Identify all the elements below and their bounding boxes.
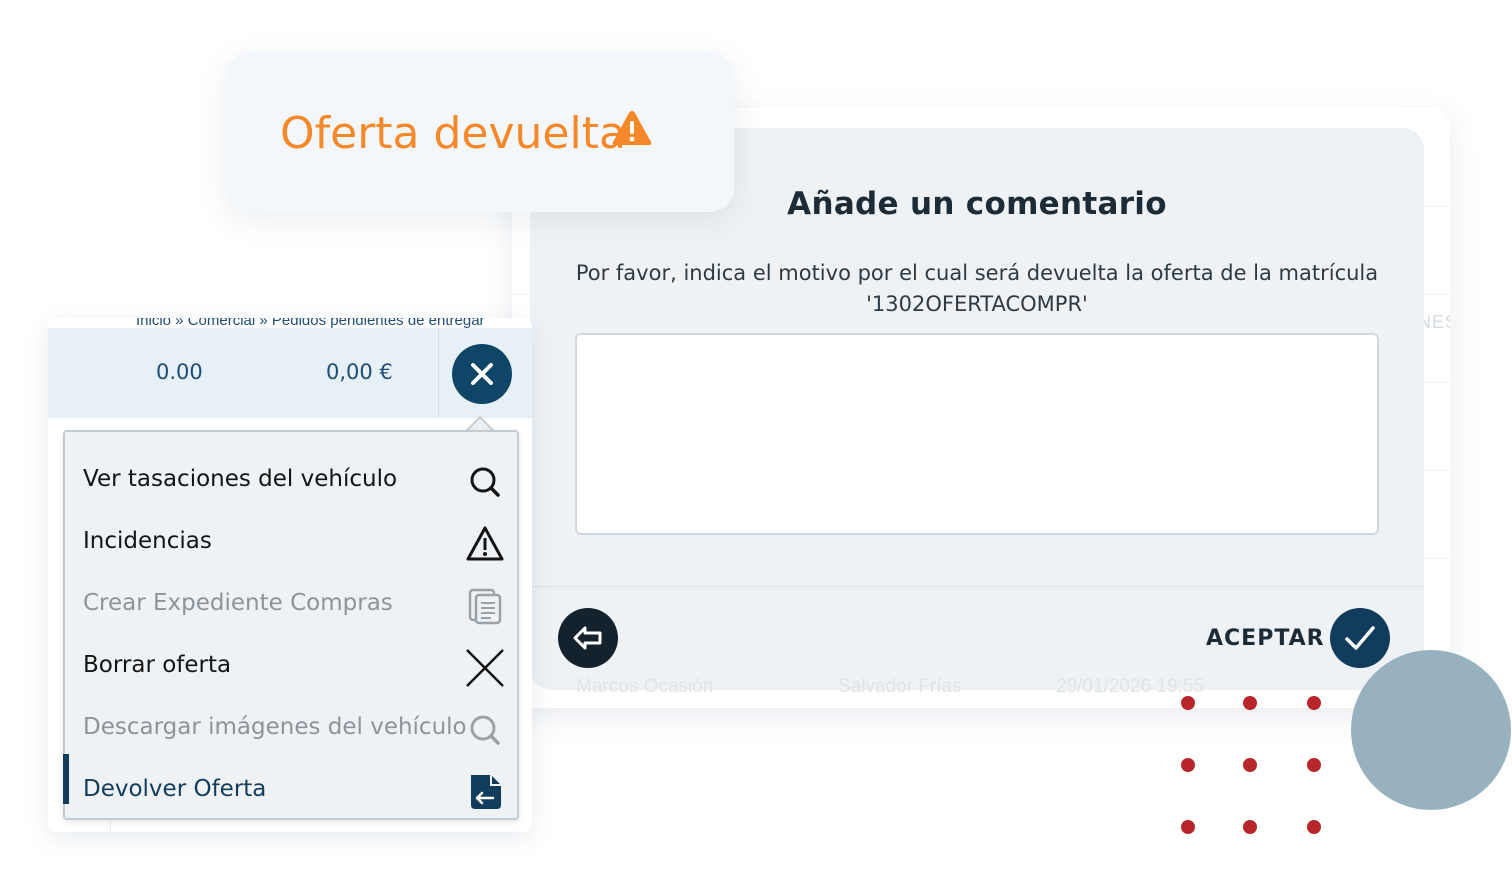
status-label: Oferta devuelta [280,108,626,159]
menu-item-descargar-imagenes[interactable]: Descargar imágenes del vehículo [65,690,517,752]
check-icon [1345,626,1375,650]
decoration-dot [1307,820,1321,834]
dialog-divider [530,586,1424,587]
return-document-icon [471,775,501,809]
warning-icon [612,111,652,145]
menu-item-label: Devolver Oferta [83,776,267,802]
warning-icon [466,526,504,561]
decoration-circle [1351,650,1511,810]
bg-row-cell: Marcos Ocasión [576,676,714,697]
decoration-dot [1307,696,1321,710]
active-item-indicator [63,754,69,804]
search-icon [470,715,500,745]
menu-item-borrar-oferta[interactable]: Borrar oferta [65,628,517,690]
comment-textarea[interactable] [575,333,1379,535]
table-cell: 0,00 € [326,360,393,384]
menu-item-label: Crear Expediente Compras [83,590,393,616]
back-button[interactable] [558,608,618,668]
close-icon [466,649,504,687]
decoration-dot [1243,758,1257,772]
decoration-dot [1181,758,1195,772]
menu-item-incidencias[interactable]: Incidencias [65,504,517,566]
menu-item-ver-tasaciones[interactable]: Ver tasaciones del vehículo [65,442,517,504]
status-card: Oferta devuelta [226,52,734,212]
accept-button[interactable] [1330,608,1390,668]
plate-number: '1302OFERTACOMPR' [866,292,1088,316]
search-icon [470,467,500,497]
table-cell: 0.00 [156,360,203,384]
column-divider [438,328,439,418]
actions-menu: Ver tasaciones del vehículo Incidencias … [63,430,519,820]
menu-item-label: Incidencias [83,528,212,554]
menu-item-label: Ver tasaciones del vehículo [83,466,398,492]
document-icon [468,588,502,625]
menu-item-label: Borrar oferta [83,652,232,678]
decoration-dot [1243,696,1257,710]
dialog-message: Por favor, indica el motivo por el cual … [570,258,1384,320]
menu-item-crear-expediente[interactable]: Crear Expediente Compras [65,566,517,628]
menu-item-devolver-oferta[interactable]: Devolver Oferta [65,752,517,814]
decoration-dot [1181,820,1195,834]
accept-label[interactable]: ACEPTAR [1206,626,1325,651]
decoration-dot [1243,820,1257,834]
bg-row-cell: Salvador Frías [838,676,962,697]
decoration-dot [1181,696,1195,710]
close-icon [471,363,493,385]
close-menu-button[interactable] [452,344,512,404]
menu-item-label: Descargar imágenes del vehículo [83,714,467,740]
dialog-message-line: Por favor, indica el motivo por el cual … [575,261,1379,285]
arrow-left-icon [573,626,602,650]
decoration-dot [1307,758,1321,772]
comment-dialog: Añade un comentario Por favor, indica el… [530,128,1424,690]
